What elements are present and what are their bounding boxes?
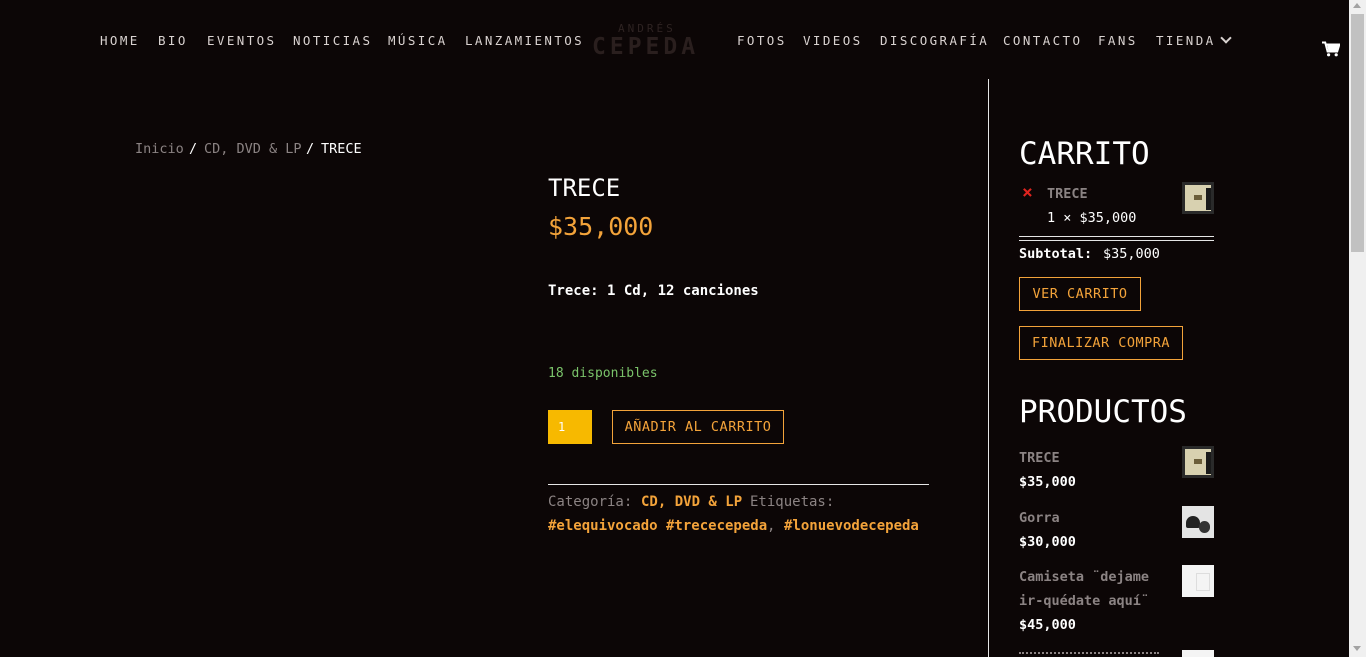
checkout-button[interactable]: FINALIZAR COMPRA — [1019, 326, 1183, 360]
add-to-cart-button[interactable]: AÑADIR AL CARRITO — [612, 410, 784, 444]
logo-main-text: CEPEDA — [592, 34, 700, 60]
product-link[interactable]: ir-quédate aquí¨ — [1019, 593, 1149, 609]
cart-title: CARRITO — [1019, 136, 1150, 172]
nav-contacto[interactable]: CONTACTO — [1003, 33, 1082, 48]
cart-item-qty-price: 1 × $35,000 — [1047, 210, 1137, 226]
nav-lanzamientos[interactable]: LANZAMIENTOS — [465, 33, 584, 48]
product-price: $30,000 — [1019, 534, 1076, 550]
tags-label: Etiquetas: — [750, 494, 835, 510]
remove-icon[interactable]: × — [1022, 182, 1033, 203]
product-link[interactable]: Camiseta ¨dejame — [1019, 569, 1149, 585]
breadcrumb-current: TRECE — [321, 141, 362, 157]
subtotal-label: Subtotal: — [1019, 246, 1093, 262]
breadcrumb-separator: / — [189, 141, 198, 157]
divider — [548, 484, 929, 485]
tag-link[interactable]: #trececepeda — [666, 518, 767, 534]
products-title: PRODUCTOS — [1019, 394, 1187, 430]
tag-separator: , — [767, 518, 776, 534]
product-description: Trece: 1 Cd, 12 canciones — [548, 283, 759, 299]
view-cart-button[interactable]: VER CARRITO — [1019, 277, 1141, 311]
product-link-partial — [1019, 652, 1169, 657]
cart-item-name[interactable]: TRECE — [1047, 186, 1088, 202]
product-price: $35,000 — [548, 212, 654, 241]
product-thumbnail[interactable] — [1182, 506, 1214, 538]
product-link[interactable]: Gorra — [1019, 510, 1060, 526]
cart-icon[interactable] — [1322, 41, 1340, 57]
breadcrumb-separator: / — [306, 141, 315, 157]
scrollbar-thumb[interactable] — [1351, 14, 1364, 252]
product-thumbnail[interactable] — [1182, 446, 1214, 478]
product-title: TRECE — [548, 174, 621, 202]
breadcrumb-home[interactable]: Inicio — [135, 141, 184, 157]
product-thumbnail[interactable] — [1182, 650, 1214, 657]
stock-status: 18 disponibles — [548, 366, 658, 381]
quantity-input[interactable] — [548, 410, 592, 444]
chevron-down-icon — [1219, 32, 1232, 44]
tag-link[interactable]: #lonuevodecepeda — [784, 518, 919, 534]
product-thumbnail[interactable] — [1182, 565, 1214, 597]
scroll-down-arrow-icon[interactable] — [1353, 646, 1361, 651]
nav-bio[interactable]: BIO — [158, 33, 188, 48]
product-link[interactable]: TRECE — [1019, 450, 1060, 466]
nav-home[interactable]: HOME — [100, 33, 140, 48]
nav-discografia[interactable]: DISCOGRAFÍA — [880, 33, 989, 48]
nav-musica[interactable]: MÚSICA — [388, 33, 448, 48]
cart-item-thumbnail[interactable] — [1182, 182, 1214, 214]
scroll-up-arrow-icon[interactable] — [1353, 3, 1361, 8]
nav-eventos[interactable]: EVENTOS — [207, 33, 276, 48]
product-price: $45,000 — [1019, 617, 1076, 633]
nav-tienda-label: TIENDA — [1156, 33, 1216, 48]
subtotal-divider — [1019, 236, 1214, 241]
sidebar-divider — [988, 79, 989, 657]
tag-link[interactable]: #elequivocado — [548, 518, 658, 534]
nav-tienda[interactable]: TIENDA — [1156, 32, 1232, 48]
breadcrumb-category[interactable]: CD, DVD & LP — [204, 141, 302, 157]
nav-noticias[interactable]: NOTICIAS — [293, 33, 372, 48]
product-price: $35,000 — [1019, 474, 1076, 490]
subtotal-value: $35,000 — [1103, 246, 1160, 262]
category-label: Categoría: — [548, 494, 633, 510]
nav-fans[interactable]: FANS — [1098, 33, 1138, 48]
nav-videos[interactable]: VIDEOS — [803, 33, 863, 48]
nav-fotos[interactable]: FOTOS — [737, 33, 787, 48]
category-link[interactable]: CD, DVD & LP — [641, 494, 742, 510]
